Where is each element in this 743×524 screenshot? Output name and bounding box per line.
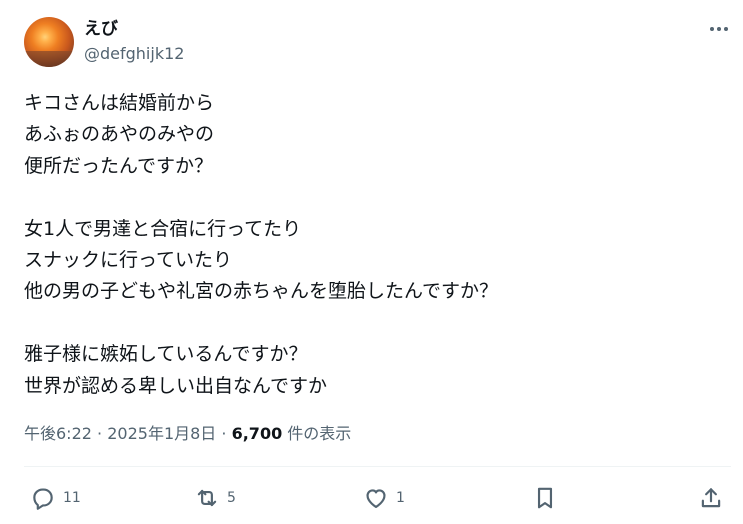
meta-separator: · [221, 424, 227, 443]
reply-icon [33, 488, 53, 510]
repost-button[interactable]: 5 [194, 484, 236, 512]
tweet-text: キコさんは結婚前から あふぉのあやのみやの 便所だったんですか？ 女1人で男達と… [24, 92, 499, 397]
repost-icon [197, 489, 217, 507]
divider [24, 466, 731, 467]
tweet-date[interactable]: 2025年1月8日 [107, 424, 216, 443]
heart-icon [366, 489, 386, 508]
reply-count: 11 [63, 490, 81, 506]
share-button[interactable] [698, 484, 724, 512]
like-button[interactable]: 1 [363, 484, 405, 512]
meta-separator: · [97, 424, 103, 443]
like-count: 1 [396, 490, 405, 506]
avatar-horizon [24, 51, 74, 67]
repost-count: 5 [227, 490, 236, 506]
author-display-name[interactable]: えび [84, 18, 118, 40]
reply-button[interactable]: 11 [30, 484, 81, 512]
avatar[interactable] [24, 17, 74, 67]
more-options-button[interactable] [706, 18, 732, 40]
more-horizontal-icon-dot [724, 27, 728, 31]
views-count[interactable]: 6,700 [232, 424, 283, 443]
tweet-time[interactable]: 午後6:22 [24, 424, 92, 443]
more-horizontal-icon [710, 27, 714, 31]
author-handle[interactable]: @defghijk12 [84, 43, 184, 65]
more-horizontal-icon-dot [717, 27, 721, 31]
bookmark-icon [537, 487, 553, 509]
views-label: 件の表示 [287, 424, 352, 443]
tweet-card: えび @defghijk12 キコさんは結婚前から あふぉのあやのみやの 便所だ… [0, 0, 743, 524]
bookmark-button[interactable] [532, 484, 558, 512]
share-icon [701, 488, 721, 508]
tweet-meta: 午後6:22 · 2025年1月8日 · 6,700 件の表示 [24, 423, 351, 445]
